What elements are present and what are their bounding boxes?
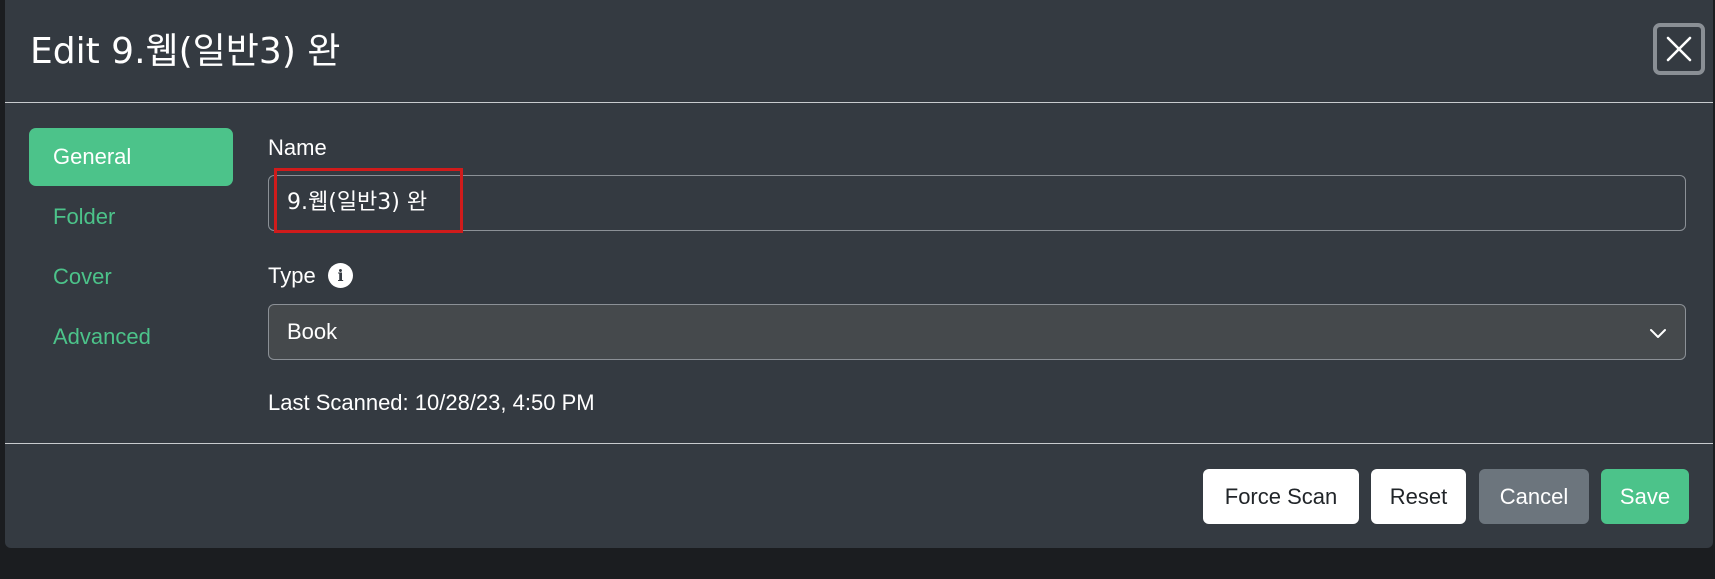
footer-divider (5, 443, 1713, 444)
name-label: Name (268, 135, 327, 160)
info-icon[interactable]: i (328, 263, 353, 288)
last-scanned-text: Last Scanned: 10/28/23, 4:50 PM (268, 390, 595, 415)
settings-nav: General Folder Cover Advanced (29, 128, 233, 368)
save-button[interactable]: Save (1601, 469, 1689, 524)
edit-library-dialog: Edit 9.웹(일반3) 완 General Folder Cover Adv… (5, 0, 1713, 548)
nav-item-general[interactable]: General (29, 128, 233, 186)
close-icon (1666, 36, 1692, 62)
type-label: Type (268, 263, 316, 288)
type-select[interactable]: Book (268, 304, 1686, 360)
nav-item-folder[interactable]: Folder (29, 188, 233, 246)
close-button[interactable] (1653, 23, 1705, 75)
type-selected-value: Book (287, 319, 338, 344)
dialog-title: Edit 9.웹(일반3) 완 (30, 31, 341, 72)
force-scan-button[interactable]: Force Scan (1203, 469, 1359, 524)
chevron-down-icon (1650, 329, 1666, 338)
dialog-header: Edit 9.웹(일반3) 완 (5, 0, 1713, 103)
reset-button[interactable]: Reset (1371, 469, 1466, 524)
cancel-button[interactable]: Cancel (1479, 469, 1589, 524)
nav-item-cover[interactable]: Cover (29, 248, 233, 306)
nav-item-advanced[interactable]: Advanced (29, 308, 233, 366)
name-input[interactable]: 9.웹(일반3) 완 (268, 175, 1686, 231)
